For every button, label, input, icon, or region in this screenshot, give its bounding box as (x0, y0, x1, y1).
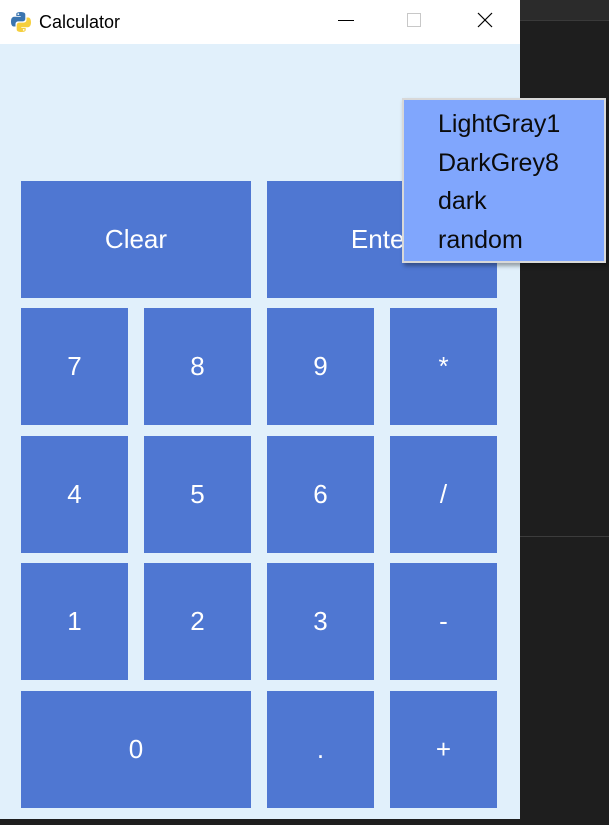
digit-8-button[interactable]: 8 (144, 308, 251, 425)
popup-item-random[interactable]: random (438, 225, 523, 255)
digit-4-button[interactable]: 4 (21, 436, 128, 553)
desktop-bottom-edge (0, 819, 609, 825)
digit-5-button[interactable]: 5 (144, 436, 251, 553)
popup-item-darkgrey8[interactable]: DarkGrey8 (438, 148, 559, 178)
close-button[interactable] (462, 0, 508, 44)
subtract-button[interactable]: - (390, 563, 497, 680)
digit-0-button[interactable]: 0 (21, 691, 251, 808)
decimal-button[interactable]: . (267, 691, 374, 808)
theme-popup-menu: LightGray1 DarkGrey8 dark random (402, 98, 606, 263)
digit-7-button[interactable]: 7 (21, 308, 128, 425)
background-divider (520, 536, 609, 537)
digit-6-button[interactable]: 6 (267, 436, 374, 553)
window-title: Calculator (39, 12, 121, 32)
divide-button[interactable]: / (390, 436, 497, 553)
digit-3-button[interactable]: 3 (267, 563, 374, 680)
background-window-strip (520, 0, 609, 21)
maximize-button[interactable] (391, 0, 437, 44)
add-button[interactable]: + (390, 691, 497, 808)
minimize-icon (338, 12, 354, 33)
python-logo-icon (10, 11, 32, 33)
popup-item-lightgray1[interactable]: LightGray1 (438, 109, 560, 139)
title-bar[interactable]: Calculator (0, 0, 520, 44)
popup-item-dark[interactable]: dark (438, 186, 487, 216)
digit-1-button[interactable]: 1 (21, 563, 128, 680)
maximize-icon (406, 12, 422, 33)
minimize-button[interactable] (323, 0, 369, 44)
digit-9-button[interactable]: 9 (267, 308, 374, 425)
digit-2-button[interactable]: 2 (144, 563, 251, 680)
close-icon (477, 12, 493, 33)
clear-button[interactable]: Clear (21, 181, 251, 298)
multiply-button[interactable]: * (390, 308, 497, 425)
